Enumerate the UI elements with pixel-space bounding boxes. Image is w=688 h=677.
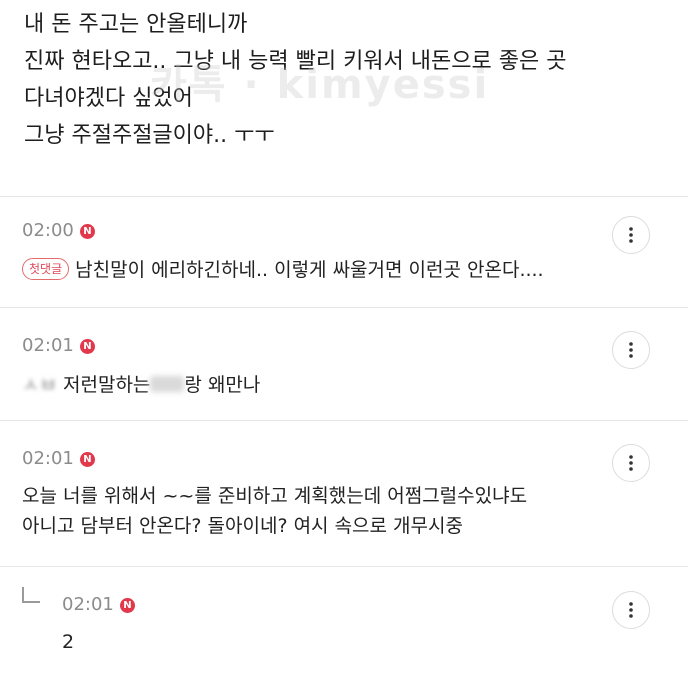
- new-badge-icon: N: [79, 451, 95, 467]
- new-badge-icon: N: [119, 597, 135, 613]
- comment-item: 02:01 N 오늘 너를 위해서 ~~를 준비하고 계획했는데 어쩜그럴수있냐…: [0, 421, 688, 566]
- comment-item: 02:00 N 첫댓글 남친말이 에리하긴하네.. 이렇게 싸울거면 이런곳 안온…: [0, 197, 688, 307]
- comment-meta: 02:01 N: [22, 449, 95, 469]
- new-badge-icon: N: [79, 223, 95, 239]
- comment-body: 남친말이 에리하긴하네.. 이렇게 싸울거면 이런곳 안온다....: [75, 259, 544, 281]
- post-line: 그냥 주절주절글이야.. ㅜㅜ: [24, 123, 275, 148]
- first-comment-badge: 첫댓글: [22, 258, 70, 280]
- comment-time: 02:01: [62, 594, 114, 615]
- more-vertical-icon: [629, 227, 633, 243]
- comment-text: ㅅㅂ 저런말하는 랑 왜만나: [22, 370, 260, 400]
- more-options-button[interactable]: [612, 444, 650, 482]
- more-vertical-icon: [629, 342, 633, 358]
- comment-line: 오늘 너를 위해서 ~~를 준비하고 계획했는데 어쩜그럴수있냐도: [22, 485, 528, 507]
- comment-text: 오늘 너를 위해서 ~~를 준비하고 계획했는데 어쩜그럴수있냐도 아니고 담부…: [22, 481, 527, 541]
- reply-item: 02:01 N 2: [0, 567, 688, 677]
- reply-arrow-icon: [22, 587, 40, 603]
- comment-text: 2: [62, 627, 74, 657]
- more-options-button[interactable]: [612, 331, 650, 369]
- comment-body: 저런말하는: [56, 374, 151, 396]
- comment-body: 2: [62, 631, 75, 653]
- more-vertical-icon: [629, 455, 633, 471]
- post-line: 진짜 현타오고.. 그냥 내 능력 빨리 키워서 내돈으로 좋은 곳: [24, 49, 567, 74]
- comment-meta: 02:01 N: [22, 336, 95, 356]
- censor-blur: [150, 376, 185, 392]
- comment-time: 02:01: [22, 335, 74, 356]
- comment-body: 랑 왜만나: [184, 374, 261, 396]
- comment-line: 아니고 담부터 안온다? 돌아이네? 여시 속으로 개무시중: [22, 515, 463, 537]
- comment-body-blurred: ㅅㅂ: [22, 374, 57, 396]
- comment-time: 02:00: [22, 220, 74, 241]
- post-line: 내 돈 주고는 안올테니까: [24, 12, 248, 37]
- more-vertical-icon: [629, 602, 633, 618]
- more-options-button[interactable]: [612, 216, 650, 254]
- comment-meta: 02:00 N: [22, 221, 95, 241]
- comment-time: 02:01: [22, 448, 74, 469]
- comment-text: 첫댓글 남친말이 에리하긴하네.. 이렇게 싸울거면 이런곳 안온다....: [22, 255, 544, 285]
- new-badge-icon: N: [79, 338, 95, 354]
- comment-item: 02:01 N ㅅㅂ 저런말하는 랑 왜만나: [0, 308, 688, 420]
- post-line: 다녀야겠다 싶었어: [24, 86, 193, 111]
- more-options-button[interactable]: [612, 591, 650, 629]
- comment-meta: 02:01 N: [62, 595, 135, 615]
- post-body: 내 돈 주고는 안올테니까 진짜 현타오고.. 그냥 내 능력 빨리 키워서 내…: [24, 6, 674, 154]
